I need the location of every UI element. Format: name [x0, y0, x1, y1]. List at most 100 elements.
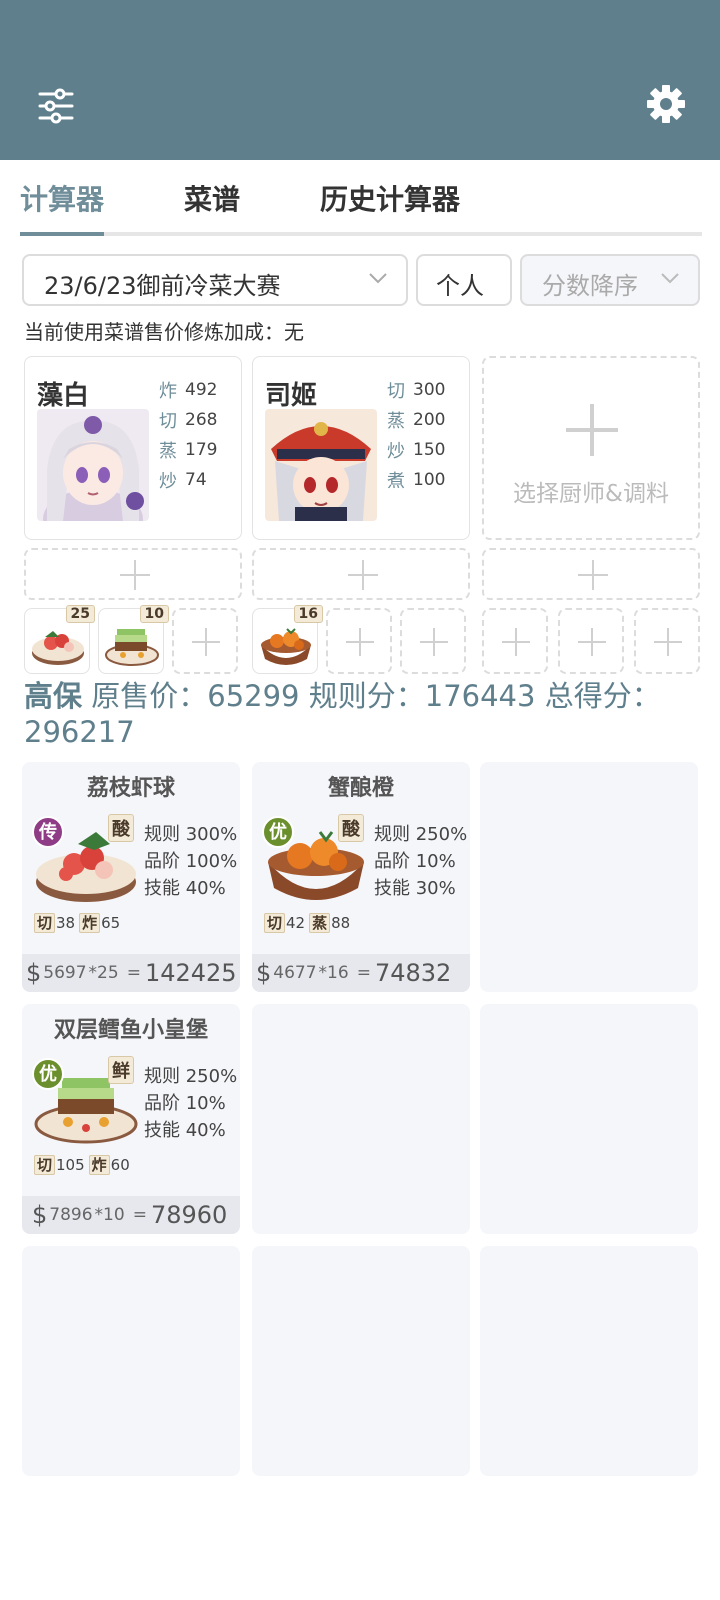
- stat-key: 炒: [387, 441, 405, 462]
- dollar-sign: $: [256, 959, 272, 987]
- req-value: 88: [331, 914, 351, 932]
- chef-stats: 切 300 蒸 200 炒 150 煮 100: [387, 375, 445, 495]
- tab-calculator[interactable]: 计算器: [20, 178, 104, 218]
- recipe-qty-badge: 16: [293, 605, 323, 623]
- dollar-sign: $: [26, 959, 42, 987]
- recipe-qty-badge: 25: [65, 605, 95, 623]
- mod-skill: 技能 40%: [144, 1120, 226, 1141]
- stat-row: 蒸 179: [159, 435, 217, 465]
- add-chef-button[interactable]: 选择厨师&调料: [482, 356, 700, 540]
- dish-name: 双层鳕鱼小皇堡: [53, 1018, 208, 1043]
- chef-card-1[interactable]: 藻白 炸 492 切 268 蒸 179 炒 74: [24, 356, 242, 540]
- empty-dish-slot[interactable]: [252, 1246, 470, 1476]
- tab-bar: 计算器 菜谱 历史计算器: [20, 170, 702, 238]
- stat-value: 492: [185, 380, 218, 400]
- req-key: 炸: [79, 913, 101, 933]
- dish-card-1[interactable]: 荔枝虾球 传 酸 规则 300% 品阶 100% 技能 40% 切 38 炸 65 …: [22, 762, 240, 992]
- flavor-tag: 鲜: [108, 1056, 134, 1084]
- equip-slot-1[interactable]: [24, 548, 242, 600]
- settings-button[interactable]: [646, 84, 686, 124]
- req-item: 切 105: [34, 1154, 85, 1175]
- flavor-tag: 酸: [338, 814, 364, 842]
- plus-icon: [578, 628, 606, 656]
- contest-select[interactable]: 23/6/23御前冷菜大赛: [22, 254, 408, 306]
- recipe-slot-9[interactable]: [634, 608, 700, 674]
- stat-key: 蒸: [159, 441, 177, 462]
- gear-icon: [647, 85, 685, 123]
- chef-card-2[interactable]: 司姬 切 300 蒸 200 炒 150 煮 100: [252, 356, 470, 540]
- recipe-slot-7[interactable]: [482, 608, 548, 674]
- plus-icon: [348, 560, 378, 590]
- empty-dish-slot[interactable]: [480, 762, 698, 992]
- app-header: [0, 0, 720, 160]
- stat-key: 切: [159, 411, 177, 432]
- equals: =: [356, 963, 371, 983]
- stat-key: 蒸: [387, 411, 405, 432]
- chef-portrait: [265, 409, 377, 521]
- chef-portrait: [37, 409, 149, 521]
- dish-modifiers: 规则 300% 品阶 100% 技能 40%: [144, 820, 237, 901]
- mod-grade: 品阶 10%: [144, 1093, 226, 1114]
- dish-name: 荔枝虾球: [86, 776, 175, 801]
- req-item: 蒸 88: [309, 912, 350, 933]
- stat-value: 268: [185, 410, 218, 430]
- dish-name: 蟹酿橙: [327, 776, 394, 801]
- lychee-shrimp-icon: [32, 631, 84, 665]
- rarity-badge: 优: [32, 1058, 64, 1090]
- recipe-slot-1[interactable]: 25: [24, 605, 95, 674]
- mod-rule: 规则 300%: [144, 824, 238, 845]
- dish-requirements: 切 38 炸 65: [34, 912, 120, 933]
- tab-history-calculator[interactable]: 历史计算器: [320, 178, 460, 218]
- filter-menu-button[interactable]: [36, 86, 76, 126]
- empty-dish-slot[interactable]: [480, 1004, 698, 1234]
- req-value: 42: [286, 914, 306, 932]
- recipe-slot-2[interactable]: 10: [98, 605, 169, 674]
- price-bonus-text: 当前使用菜谱售价修炼加成：无: [24, 320, 304, 344]
- unit-price: 4677: [273, 963, 317, 983]
- dish-card-2[interactable]: 蟹酿橙 优 酸 规则 250% 品阶 10% 技能 30% 切 42 蒸 88 $ …: [252, 762, 470, 992]
- rarity-badge: 传: [32, 816, 64, 848]
- quantity: *16: [318, 963, 349, 983]
- mod-skill: 技能 40%: [144, 878, 226, 899]
- stat-value: 100: [413, 470, 446, 490]
- dish-price-row: $ 5697 *25 = 142425: [22, 954, 240, 992]
- quantity: *10: [94, 1205, 125, 1225]
- chevron-down-icon: [369, 273, 387, 284]
- sort-select[interactable]: 分数降序: [520, 254, 700, 306]
- dish-total: 78960: [150, 1201, 228, 1229]
- cod-burger-icon: [105, 629, 159, 666]
- recipe-slot-8[interactable]: [558, 608, 624, 674]
- rarity-badge: 优: [262, 816, 294, 848]
- tab-recipes[interactable]: 菜谱: [184, 178, 240, 218]
- empty-dish-slot[interactable]: [480, 1246, 698, 1476]
- equip-slot-2[interactable]: [252, 548, 470, 600]
- sliders-icon: [38, 88, 74, 124]
- stat-value: 74: [185, 470, 207, 490]
- price-value: 65299: [207, 679, 300, 713]
- req-value: 60: [110, 1156, 130, 1174]
- stat-row: 切 300: [387, 375, 445, 405]
- recipe-slot-3[interactable]: [172, 608, 238, 674]
- req-item: 炸 65: [79, 912, 120, 933]
- mode-button[interactable]: 个人: [416, 254, 512, 306]
- recipe-slot-5[interactable]: [326, 608, 392, 674]
- plus-icon: [420, 628, 448, 656]
- dish-price-row: $ 4677 *16 = 74832: [252, 954, 470, 992]
- dish-card-3[interactable]: 双层鳕鱼小皇堡 优 鲜 规则 250% 品阶 10% 技能 40% 切 105 炸…: [22, 1004, 240, 1234]
- empty-dish-slot[interactable]: [252, 1004, 470, 1234]
- stat-row: 炒 74: [159, 465, 217, 495]
- stat-key: 煮: [387, 471, 405, 492]
- tab-active-indicator: [20, 232, 104, 236]
- plus-icon: [346, 628, 374, 656]
- empty-dish-slot[interactable]: [22, 1246, 240, 1476]
- dollar-sign: $: [32, 1201, 48, 1229]
- tab-divider: [20, 232, 702, 236]
- score-summary: 高保 原售价：65299 规则分：176443 总得分： 296217: [24, 678, 704, 750]
- recipe-slot-4[interactable]: 16: [252, 605, 323, 674]
- stat-row: 蒸 200: [387, 405, 445, 435]
- recipe-slot-6[interactable]: [400, 608, 466, 674]
- plus-icon: [192, 628, 220, 656]
- chef-stats: 炸 492 切 268 蒸 179 炒 74: [159, 375, 217, 495]
- equip-slot-3[interactable]: [482, 548, 700, 600]
- stat-row: 炒 150: [387, 435, 445, 465]
